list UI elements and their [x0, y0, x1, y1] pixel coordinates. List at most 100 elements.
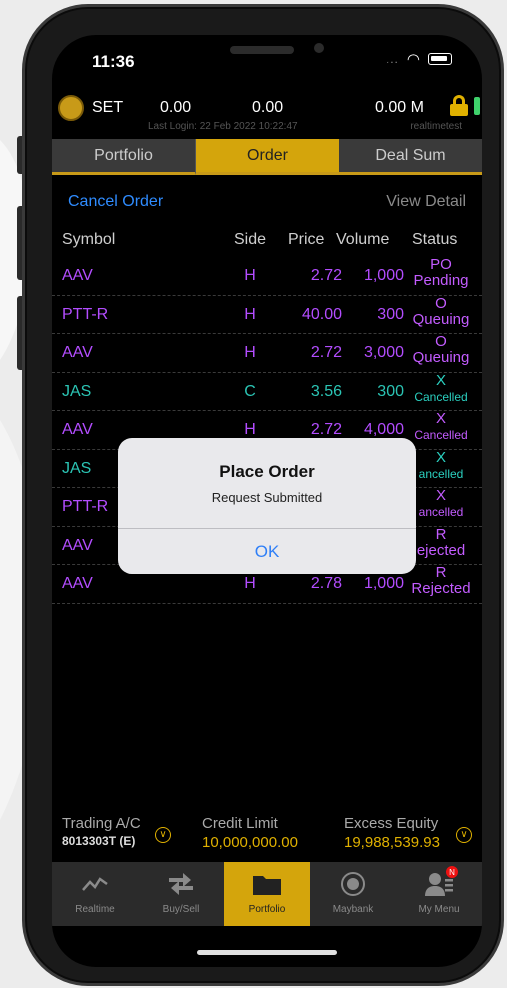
row-symbol: AAV: [62, 536, 93, 554]
place-order-alert: Place Order Request Submitted OK: [118, 438, 416, 574]
wifi-icon: ◠: [406, 51, 420, 68]
ok-button[interactable]: OK: [118, 529, 416, 574]
chart-line-icon: [80, 870, 110, 898]
status-text: Cancelled: [414, 428, 468, 442]
home-indicator[interactable]: [197, 950, 337, 955]
speaker: [230, 46, 294, 54]
row-volume: 300: [377, 305, 404, 323]
row-symbol: AAV: [62, 575, 93, 592]
row-status: X Cancelled: [408, 411, 474, 443]
row-volume: 1,000: [363, 267, 404, 284]
status-text: ancelled: [418, 505, 464, 519]
credit-limit: Credit Limit 10,000,000.00: [202, 815, 298, 851]
status-text: Cancelled: [414, 389, 468, 404]
swap-arrows-icon: [166, 870, 196, 898]
order-actions: Cancel Order View Detail: [52, 193, 482, 215]
row-status: Xancelled: [408, 448, 474, 482]
tab-portfolio-nav[interactable]: Portfolio: [224, 862, 310, 926]
row-status: R Rejected: [408, 565, 474, 597]
status-code: R: [435, 525, 447, 543]
tab-buy-sell[interactable]: Buy/Sell: [138, 862, 224, 926]
tab-deal-sum[interactable]: Deal Sum: [339, 139, 482, 175]
row-status: PO Pending: [408, 257, 474, 289]
view-detail-button[interactable]: View Detail: [386, 193, 466, 211]
row-price: 3.56: [310, 382, 342, 400]
trading-account[interactable]: Trading A/C 8013303T (E): [62, 815, 141, 848]
row-status: Xancelled: [408, 488, 474, 520]
tab-my-menu[interactable]: N My Menu: [396, 862, 482, 926]
front-camera: [314, 43, 324, 53]
status-code: X: [435, 410, 446, 427]
status-code: O: [435, 294, 447, 312]
table-row[interactable]: JAS C 3.56 300 X Cancelled: [52, 372, 482, 411]
connection-status-icon: [474, 97, 480, 115]
tab-label: Portfolio: [248, 904, 286, 915]
tab-realtime[interactable]: Realtime: [52, 862, 138, 926]
row-status: O Queuing: [408, 294, 474, 328]
row-symbol: AAV: [62, 267, 93, 284]
row-side: H: [244, 305, 256, 323]
section-tabs: Portfolio Order Deal Sum: [52, 139, 482, 175]
row-side: C: [244, 382, 256, 400]
index-volume: 0.00 M: [375, 99, 424, 116]
status-icons: ... ◠: [386, 50, 452, 68]
table-row[interactable]: AAV H 2.72 1,000 PO Pending: [52, 257, 482, 296]
row-price: 2.72: [310, 344, 342, 361]
row-side: H: [244, 344, 256, 361]
header-status: Status: [412, 231, 458, 248]
row-status: Rejected: [408, 525, 474, 559]
status-text: Queuing: [412, 310, 470, 328]
account-summary: Trading A/C 8013303T (E) ∨ Credit Limit …: [52, 815, 482, 863]
credit-limit-value: 10,000,000.00: [202, 834, 298, 851]
tab-label: Buy/Sell: [162, 904, 200, 915]
tab-maybank[interactable]: Maybank: [310, 862, 396, 926]
header-side: Side: [233, 231, 267, 248]
row-price: 2.72: [310, 267, 342, 284]
tab-label: Maybank: [332, 904, 374, 915]
status-code: O: [435, 333, 447, 350]
row-status: O Queuing: [408, 334, 474, 366]
row-symbol: JAS: [62, 459, 92, 477]
status-text: ancelled: [418, 466, 464, 481]
tab-portfolio[interactable]: Portfolio: [52, 139, 196, 175]
excess-equity-value: 19,988,539.93: [344, 834, 440, 851]
status-text: ejected: [416, 541, 466, 559]
status-code: R: [435, 564, 447, 581]
row-price: 40.00: [301, 305, 342, 323]
row-symbol: PTT-R: [62, 305, 109, 323]
header-price: Price: [288, 231, 325, 248]
excess-equity-label: Excess Equity: [344, 815, 439, 832]
row-side: H: [244, 575, 256, 592]
set-logo-icon: [58, 95, 84, 121]
tab-order[interactable]: Order: [196, 139, 339, 175]
lock-icon[interactable]: [450, 95, 468, 117]
row-symbol: AAV: [62, 344, 93, 361]
trading-account-value: 8013303T (E): [62, 834, 136, 848]
app-screen: 11:36 ... ◠ SET 0.00 0.00 0.00 M Last Lo…: [52, 35, 482, 967]
chevron-down-icon[interactable]: ∨: [456, 827, 472, 843]
last-login: Last Login: 22 Feb 2022 10:22:47: [148, 121, 298, 132]
cancel-order-button[interactable]: Cancel Order: [68, 193, 163, 211]
alert-message: Request Submitted: [211, 490, 323, 505]
header-symbol: Symbol: [62, 231, 116, 248]
table-row[interactable]: PTT-R H 40.00 300 O Queuing: [52, 294, 482, 334]
table-row[interactable]: AAV H 2.72 3,000 O Queuing: [52, 334, 482, 373]
mode-label: realtimetest: [410, 121, 462, 132]
row-volume: 300: [377, 382, 404, 400]
notification-badge: N: [446, 866, 458, 878]
index-name: SET: [92, 99, 124, 116]
status-text: Pending: [413, 272, 469, 289]
row-volume: 4,000: [363, 421, 404, 438]
row-side: H: [244, 267, 256, 284]
index-change: 0.00: [252, 99, 284, 116]
notch: [144, 35, 392, 71]
row-price: 2.78: [310, 575, 342, 592]
excess-equity: Excess Equity 19,988,539.93: [344, 815, 440, 851]
table-header: Symbol Side Price Volume Status: [52, 231, 482, 253]
status-code: X: [435, 448, 446, 466]
trading-account-label: Trading A/C: [62, 815, 141, 832]
header-volume: Volume: [336, 231, 390, 248]
row-symbol: PTT-R: [62, 498, 109, 515]
chevron-down-icon[interactable]: ∨: [155, 827, 171, 843]
status-code: PO: [430, 256, 452, 273]
